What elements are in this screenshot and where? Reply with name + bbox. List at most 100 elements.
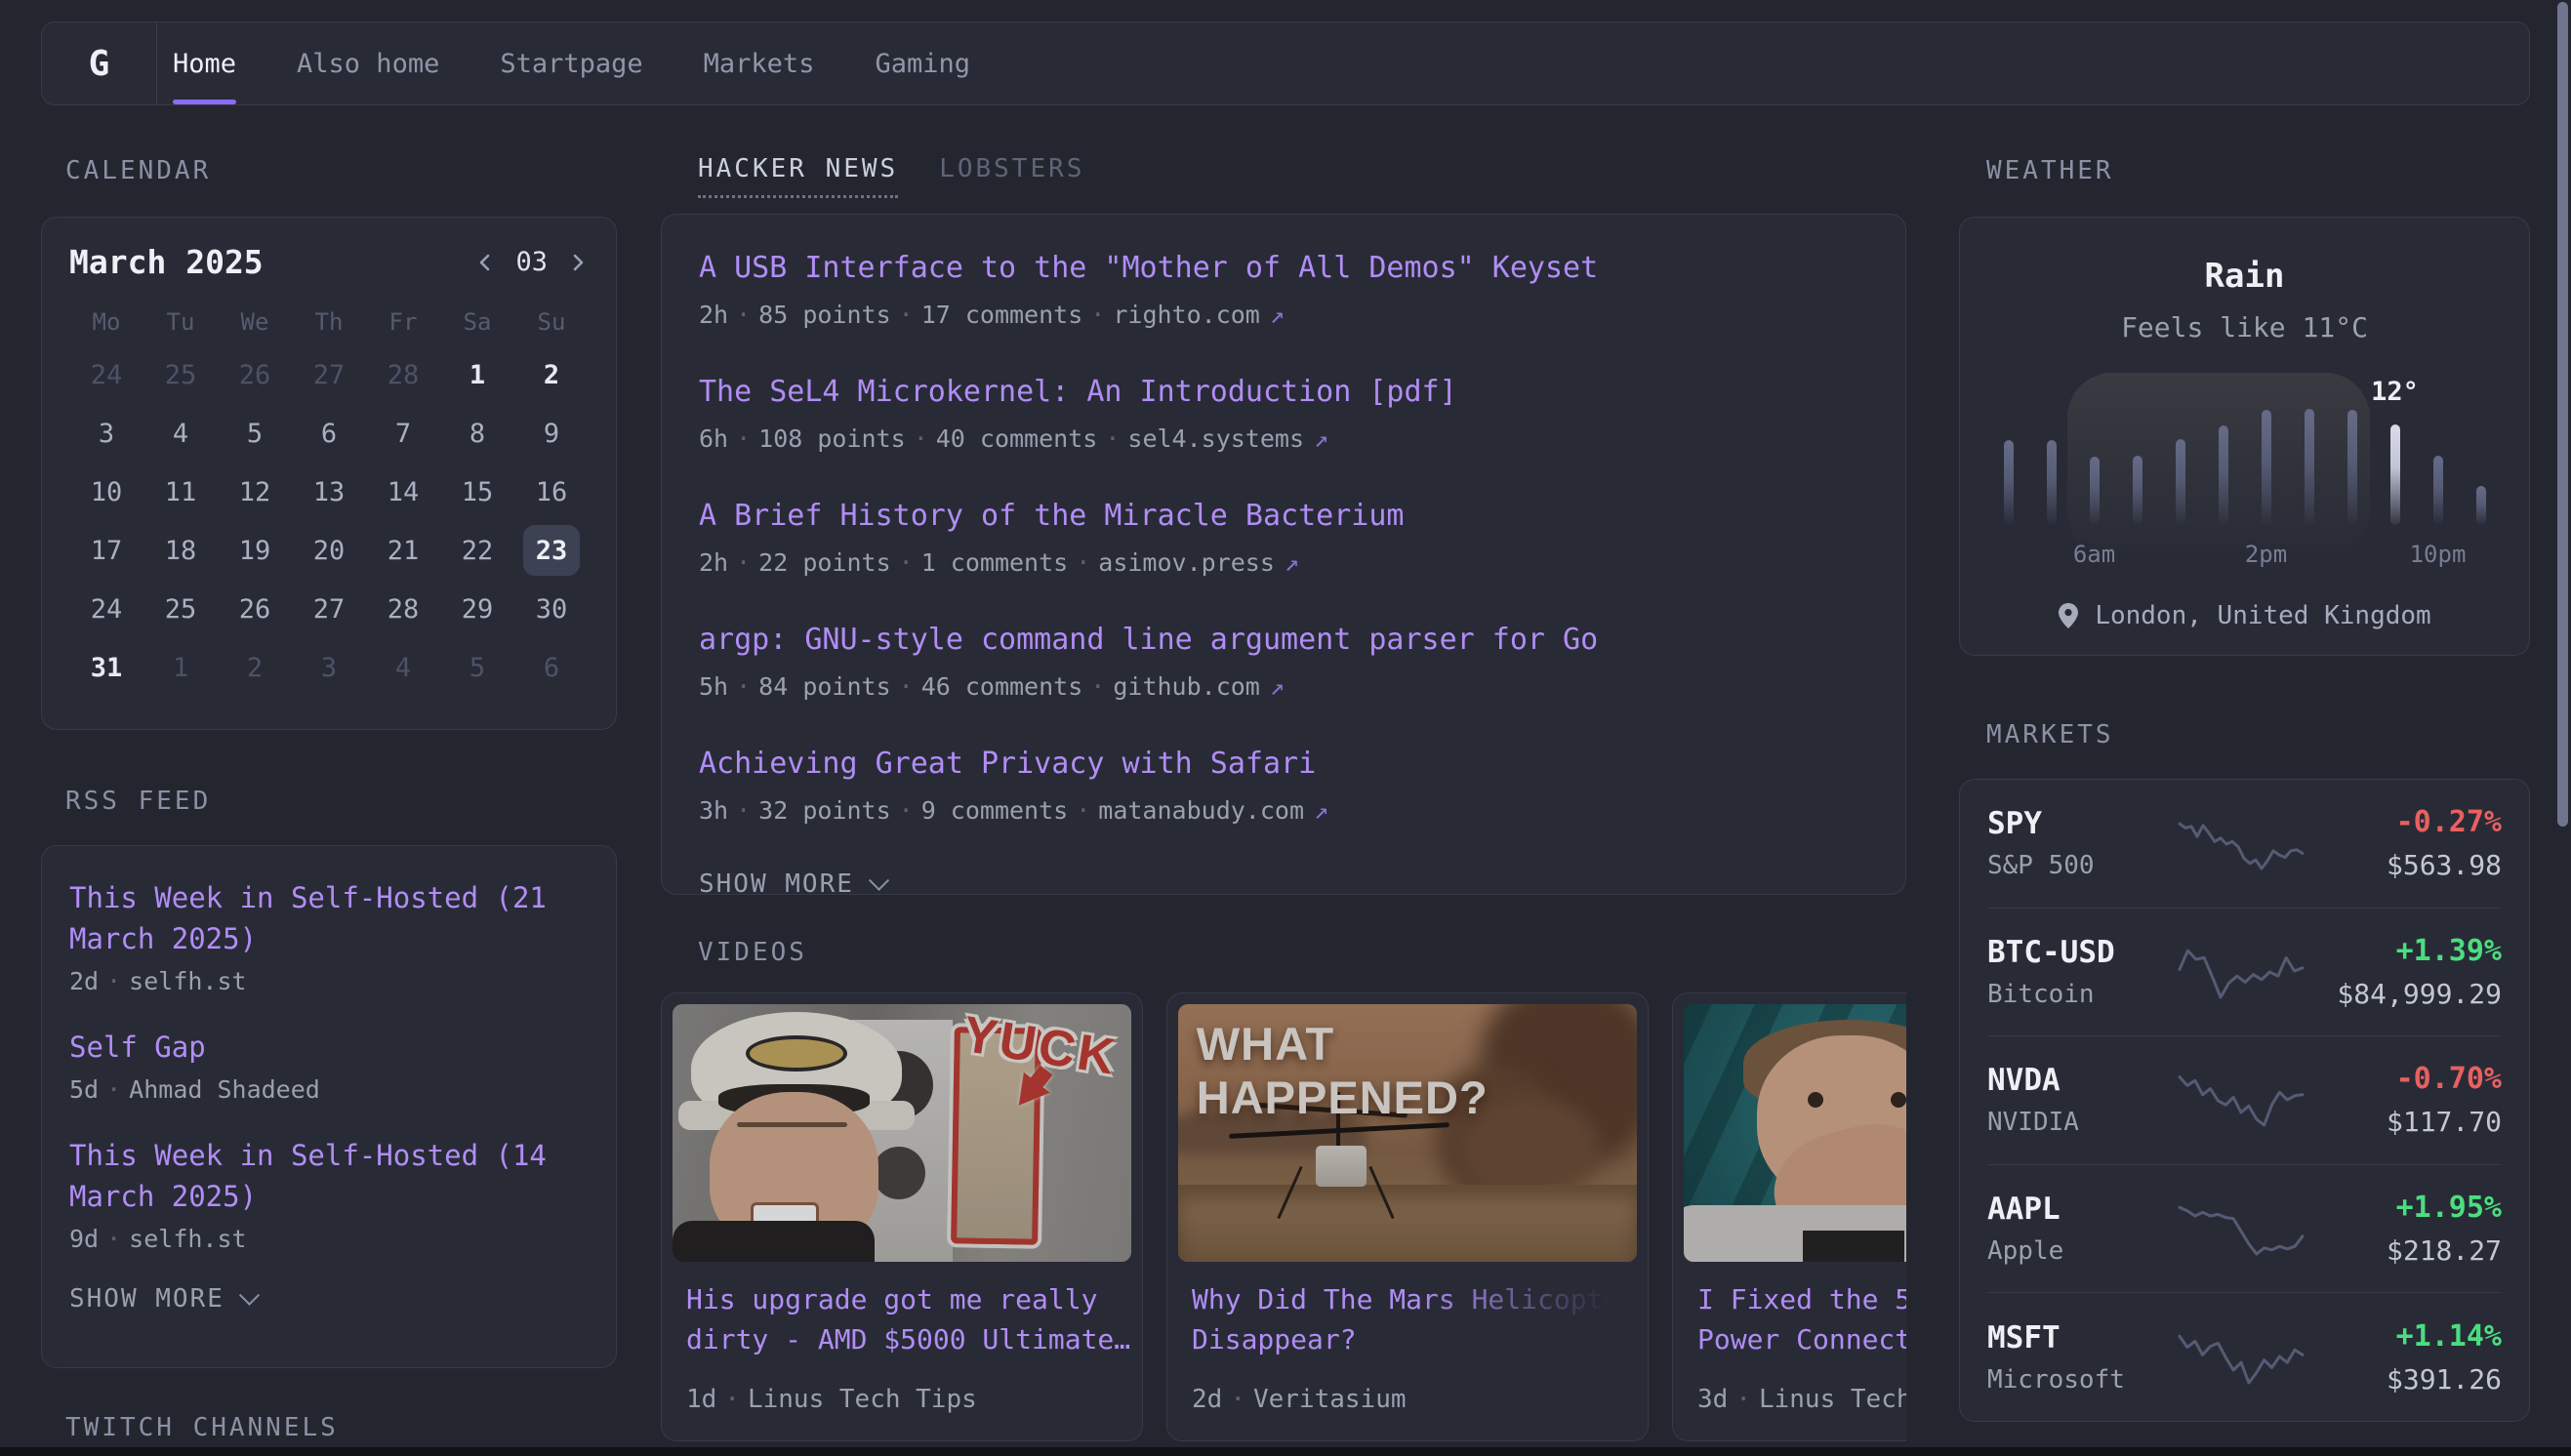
nav-tab[interactable]: Home xyxy=(173,22,236,104)
nav-tab[interactable]: Also home xyxy=(297,22,439,104)
calendar-day-cell[interactable]: 29 xyxy=(440,580,514,638)
news-item-comments[interactable]: 46 comments xyxy=(921,672,1083,701)
calendar-day-cell[interactable]: 18 xyxy=(143,521,218,580)
video-card[interactable]: YUCK xyxy=(661,992,1143,1441)
nav-tab[interactable]: Markets xyxy=(704,22,815,104)
calendar-day-cell[interactable]: 30 xyxy=(514,580,589,638)
news-item-comments[interactable]: 1 comments xyxy=(921,548,1069,577)
calendar-day-cell[interactable]: 24 xyxy=(69,345,143,404)
calendar-day-cell[interactable]: 10 xyxy=(69,463,143,521)
calendar-day-cell[interactable]: 4 xyxy=(143,404,218,463)
separator-dot: · xyxy=(891,672,921,701)
calendar-day-cell[interactable]: 9 xyxy=(514,404,589,463)
video-card[interactable]: WHAT HAPPENED? Why Did The Mars Helicopt… xyxy=(1166,992,1649,1441)
rss-item-meta: 5d·Ahmad Shadeed xyxy=(69,1075,589,1104)
calendar-day-cell[interactable]: 27 xyxy=(292,580,366,638)
news-item-comments[interactable]: 17 comments xyxy=(921,301,1083,329)
markets-card: SPY S&P 500 -0.27% $563.98 BTC-USD Bitco… xyxy=(1959,779,2530,1422)
video-thumbnail[interactable]: DO TH T xyxy=(1684,1004,1906,1262)
video-title[interactable]: Why Did The Mars Helicopter Disappear? xyxy=(1192,1279,1623,1359)
calendar-day-cell[interactable]: 11 xyxy=(143,463,218,521)
market-row[interactable]: MSFT Microsoft +1.14% $391.26 xyxy=(1987,1292,2502,1421)
news-item-title[interactable]: A Brief History of the Miracle Bacterium xyxy=(699,498,1868,535)
calendar-day-cell[interactable]: 27 xyxy=(292,345,366,404)
calendar-day-cell[interactable]: 5 xyxy=(218,404,292,463)
calendar-day-cell[interactable]: 14 xyxy=(366,463,440,521)
calendar-day-cell[interactable]: 21 xyxy=(366,521,440,580)
calendar-day-cell[interactable]: 5 xyxy=(440,638,514,697)
rss-item[interactable]: This Week in Self-Hosted (21 March 2025)… xyxy=(69,877,589,995)
news-source-tab[interactable]: HACKER NEWS xyxy=(698,154,898,198)
calendar-day-cell[interactable]: 2 xyxy=(218,638,292,697)
nav-tab[interactable]: Gaming xyxy=(875,22,970,104)
calendar-day-cell[interactable]: 1 xyxy=(440,345,514,404)
nav-tab[interactable]: Startpage xyxy=(500,22,642,104)
video-age: 2d xyxy=(1192,1385,1222,1414)
rss-item[interactable]: This Week in Self-Hosted (14 March 2025)… xyxy=(69,1135,589,1253)
rss-item-source: selfh.st xyxy=(129,1225,246,1253)
news-item-points: 108 points xyxy=(758,425,906,453)
calendar-day-cell[interactable]: 26 xyxy=(218,345,292,404)
news-item-title[interactable]: A USB Interface to the "Mother of All De… xyxy=(699,250,1868,287)
news-item-domain-link[interactable]: asimov.press xyxy=(1098,548,1275,577)
rss-item-title[interactable]: This Week in Self-Hosted (14 March 2025) xyxy=(69,1135,589,1217)
video-thumbnail[interactable]: WHAT HAPPENED? xyxy=(1178,1004,1637,1262)
news-item-meta: 5h·84 points·46 comments·github.com↗ xyxy=(699,672,1868,701)
market-row[interactable]: AAPL Apple +1.95% $218.27 xyxy=(1987,1164,2502,1293)
calendar-prev-button[interactable] xyxy=(474,252,496,273)
calendar-day-cell[interactable]: 22 xyxy=(440,521,514,580)
rss-item-title[interactable]: Self Gap xyxy=(69,1027,589,1068)
market-row[interactable]: BTC-USD Bitcoin +1.39% $84,999.29 xyxy=(1987,908,2502,1036)
calendar-day-cell[interactable]: 13 xyxy=(292,463,366,521)
news-item-comments[interactable]: 40 comments xyxy=(936,425,1098,453)
rss-show-more-button[interactable]: SHOW MORE xyxy=(69,1284,589,1314)
rss-item-title[interactable]: This Week in Self-Hosted (21 March 2025) xyxy=(69,877,589,959)
calendar-day-cell[interactable]: 7 xyxy=(366,404,440,463)
calendar-day-cell[interactable]: 28 xyxy=(366,345,440,404)
calendar-day-cell[interactable]: 6 xyxy=(292,404,366,463)
news-item-points: 22 points xyxy=(758,548,890,577)
rss-item[interactable]: Self Gap 5d·Ahmad Shadeed xyxy=(69,1027,589,1104)
calendar-day-cell[interactable]: 20 xyxy=(292,521,366,580)
news-item-title[interactable]: argp: GNU-style command line argument pa… xyxy=(699,622,1868,659)
news-show-more-button[interactable]: SHOW MORE xyxy=(699,870,1868,899)
video-thumbnail[interactable]: YUCK xyxy=(673,1004,1131,1262)
news-item-comments[interactable]: 9 comments xyxy=(921,796,1069,825)
calendar-next-button[interactable] xyxy=(567,252,589,273)
calendar-day-cell[interactable]: 4 xyxy=(366,638,440,697)
news-item-title[interactable]: The SeL4 Microkernel: An Introduction [p… xyxy=(699,374,1868,411)
news-source-tab[interactable]: LOBSTERS xyxy=(939,154,1084,198)
calendar-day-cell[interactable]: 6 xyxy=(514,638,589,697)
calendar-day-cell[interactable]: 2 xyxy=(514,345,589,404)
market-row[interactable]: NVDA NVIDIA -0.70% $117.70 xyxy=(1987,1035,2502,1164)
calendar-day-cell[interactable]: 23 xyxy=(514,521,589,580)
calendar-day-cell[interactable]: 31 xyxy=(69,638,143,697)
news-item-domain-link[interactable]: sel4.systems xyxy=(1127,425,1304,453)
market-row[interactable]: SPY S&P 500 -0.27% $563.98 xyxy=(1987,780,2502,908)
calendar-day-cell[interactable]: 15 xyxy=(440,463,514,521)
news-item-domain-link[interactable]: github.com xyxy=(1113,672,1260,701)
location-pin-icon xyxy=(2058,603,2079,628)
video-title[interactable]: I Fixed the 5090 Power Connector Pr xyxy=(1697,1279,1906,1359)
calendar-day-cell[interactable]: 16 xyxy=(514,463,589,521)
news-item-title[interactable]: Achieving Great Privacy with Safari xyxy=(699,746,1868,783)
calendar-day-cell[interactable]: 12 xyxy=(218,463,292,521)
page-scrollbar[interactable] xyxy=(2557,2,2568,827)
weather-temp-bar xyxy=(2476,486,2486,525)
calendar-day-cell[interactable]: 25 xyxy=(143,345,218,404)
video-card[interactable]: DO TH T I Fixed the 5090 Power Connector… xyxy=(1672,992,1906,1441)
news-item-domain-link[interactable]: matanabudy.com xyxy=(1098,796,1304,825)
calendar-day-cell[interactable]: 3 xyxy=(292,638,366,697)
calendar-day-cell[interactable]: 1 xyxy=(143,638,218,697)
calendar-day-cell[interactable]: 19 xyxy=(218,521,292,580)
video-title[interactable]: His upgrade got me really dirty - AMD $5… xyxy=(686,1279,1118,1359)
calendar-day-cell[interactable]: 26 xyxy=(218,580,292,638)
calendar-day-cell[interactable]: 3 xyxy=(69,404,143,463)
calendar-day-cell[interactable]: 28 xyxy=(366,580,440,638)
calendar-day-cell[interactable]: 24 xyxy=(69,580,143,638)
separator-dot: · xyxy=(1082,672,1113,701)
calendar-day-cell[interactable]: 25 xyxy=(143,580,218,638)
news-item-domain-link[interactable]: righto.com xyxy=(1113,301,1260,329)
calendar-day-cell[interactable]: 8 xyxy=(440,404,514,463)
calendar-day-cell[interactable]: 17 xyxy=(69,521,143,580)
